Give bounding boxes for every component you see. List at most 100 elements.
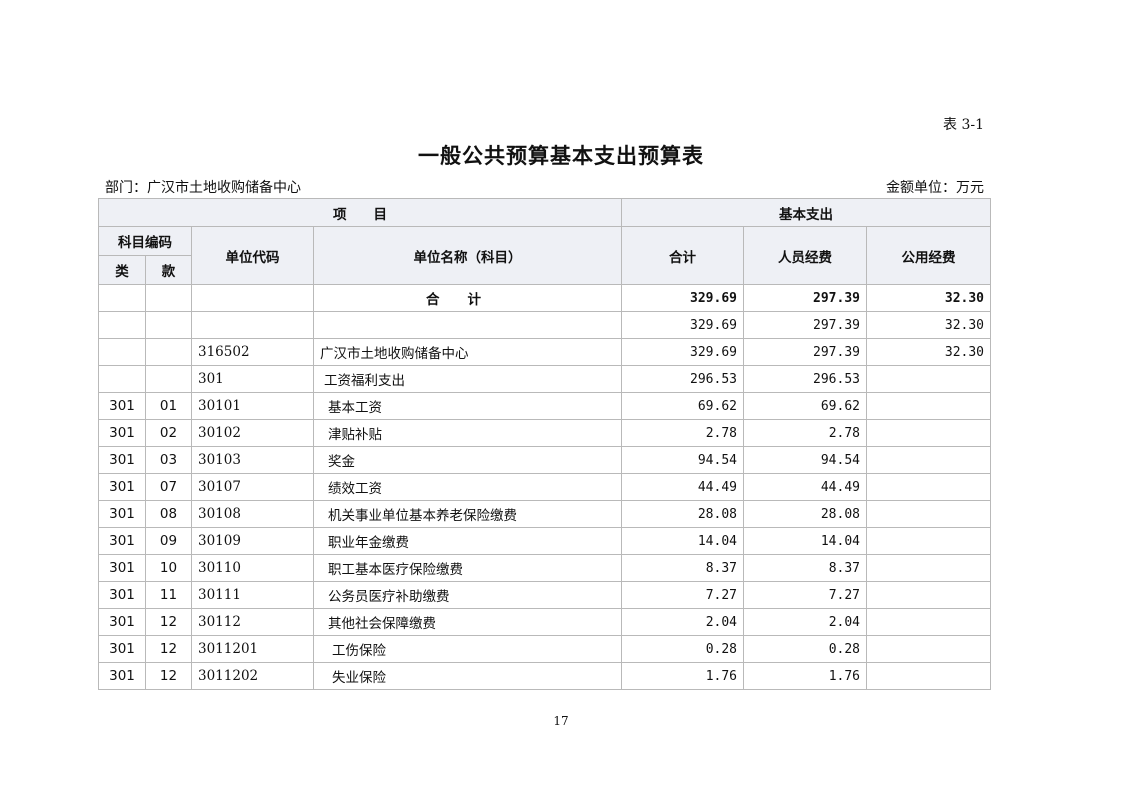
cell-lei: 301 (98, 662, 146, 690)
cell-total: 94.54 (621, 446, 744, 474)
header-project: 项 目 (98, 198, 622, 227)
cell-lei: 301 (98, 581, 146, 609)
cell-total: 2.78 (621, 419, 744, 447)
header-basic-expenditure: 基本支出 (620, 198, 992, 227)
cell-name: 职业年金缴费 (313, 527, 622, 555)
cell-public (865, 446, 992, 474)
amount-unit-label: 金额单位：万元 (886, 180, 984, 196)
cell-kuan: 12 (145, 635, 192, 663)
cell-public (865, 473, 992, 501)
cell-kuan: 07 (145, 473, 192, 501)
cell-code (191, 311, 314, 339)
cell-name: 奖金 (313, 446, 622, 474)
cell-name: 职工基本医疗保险缴费 (313, 554, 622, 582)
cell-personnel: 1.76 (743, 662, 867, 690)
cell-total: 0.28 (621, 635, 744, 663)
cell-kuan (145, 338, 192, 366)
page-number: 17 (553, 714, 569, 728)
cell-code: 30102 (191, 419, 314, 447)
cell-personnel: 297.39 (743, 338, 867, 366)
cell-code: 3011202 (191, 662, 314, 690)
cell-lei (98, 284, 146, 312)
header-lei: 类 (98, 255, 146, 285)
header-subject-code: 科目编码 (98, 226, 192, 256)
cell-name: 工资福利支出 (313, 365, 622, 393)
table-row: 316502 广汉市土地收购储备中心 329.69 297.39 32.30 (98, 338, 992, 366)
cell-public (865, 500, 992, 528)
table-row: 301 01 30101 基本工资 69.62 69.62 (98, 392, 992, 420)
table-row: 329.69 297.39 32.30 (98, 311, 992, 339)
cell-total: 329.69 (621, 284, 744, 312)
header-public: 公用经费 (865, 226, 992, 285)
table-row: 301 02 30102 津贴补贴 2.78 2.78 (98, 419, 992, 447)
cell-public (865, 608, 992, 636)
cell-public (865, 662, 992, 690)
cell-name: 基本工资 (313, 392, 622, 420)
header-unit-name: 单位名称（科目） (313, 226, 622, 285)
cell-name: 工伤保险 (313, 635, 622, 663)
cell-personnel: 0.28 (743, 635, 867, 663)
cell-personnel: 297.39 (743, 284, 867, 312)
cell-lei: 301 (98, 473, 146, 501)
cell-lei: 301 (98, 527, 146, 555)
table-row: 301 工资福利支出 296.53 296.53 (98, 365, 992, 393)
cell-name: 津贴补贴 (313, 419, 622, 447)
cell-personnel: 44.49 (743, 473, 867, 501)
cell-code: 30109 (191, 527, 314, 555)
cell-personnel: 14.04 (743, 527, 867, 555)
cell-total: 329.69 (621, 338, 744, 366)
cell-public: 32.30 (865, 338, 992, 366)
table-row: 合计 329.69 297.39 32.30 (98, 284, 992, 312)
cell-name: 绩效工资 (313, 473, 622, 501)
cell-public (865, 635, 992, 663)
cell-name (313, 311, 622, 339)
table-row: 301 12 3011201 工伤保险 0.28 0.28 (98, 635, 992, 663)
header-unit-code: 单位代码 (191, 226, 314, 285)
cell-code: 316502 (191, 338, 314, 366)
cell-lei: 301 (98, 500, 146, 528)
header-kuan: 款 (145, 255, 192, 285)
table-row: 301 10 30110 职工基本医疗保险缴费 8.37 8.37 (98, 554, 992, 582)
cell-total: 7.27 (621, 581, 744, 609)
cell-total: 8.37 (621, 554, 744, 582)
cell-name: 公务员医疗补助缴费 (313, 581, 622, 609)
table-number: 表 3-1 (943, 117, 984, 133)
table-row: 301 11 30111 公务员医疗补助缴费 7.27 7.27 (98, 581, 992, 609)
cell-name: 其他社会保障缴费 (313, 608, 622, 636)
cell-lei: 301 (98, 608, 146, 636)
cell-personnel: 2.04 (743, 608, 867, 636)
cell-public (865, 527, 992, 555)
cell-lei (98, 338, 146, 366)
cell-personnel: 69.62 (743, 392, 867, 420)
table-row: 301 12 30112 其他社会保障缴费 2.04 2.04 (98, 608, 992, 636)
cell-lei: 301 (98, 419, 146, 447)
cell-code: 30112 (191, 608, 314, 636)
cell-kuan (145, 365, 192, 393)
cell-kuan: 11 (145, 581, 192, 609)
cell-personnel: 2.78 (743, 419, 867, 447)
cell-kuan: 08 (145, 500, 192, 528)
table-row: 301 07 30107 绩效工资 44.49 44.49 (98, 473, 992, 501)
cell-code: 301 (191, 365, 314, 393)
cell-kuan (145, 311, 192, 339)
department-label: 部门：广汉市土地收购储备中心 (105, 180, 301, 196)
cell-public (865, 581, 992, 609)
cell-public (865, 554, 992, 582)
cell-code: 30103 (191, 446, 314, 474)
cell-public (865, 365, 992, 393)
page-title: 一般公共预算基本支出预算表 (418, 144, 704, 168)
budget-table: 项 目 基本支出 科目编码 单位代码 单位名称（科目） 合计 人员经费 公用经费… (98, 198, 992, 690)
cell-kuan (145, 284, 192, 312)
cell-kuan: 10 (145, 554, 192, 582)
cell-personnel: 8.37 (743, 554, 867, 582)
cell-kuan: 02 (145, 419, 192, 447)
cell-public (865, 419, 992, 447)
cell-code (191, 284, 314, 312)
cell-public (865, 392, 992, 420)
cell-code: 30107 (191, 473, 314, 501)
header-total: 合计 (621, 226, 744, 285)
cell-public: 32.30 (865, 311, 992, 339)
cell-code: 30108 (191, 500, 314, 528)
cell-name: 合计 (313, 284, 622, 312)
cell-lei (98, 365, 146, 393)
